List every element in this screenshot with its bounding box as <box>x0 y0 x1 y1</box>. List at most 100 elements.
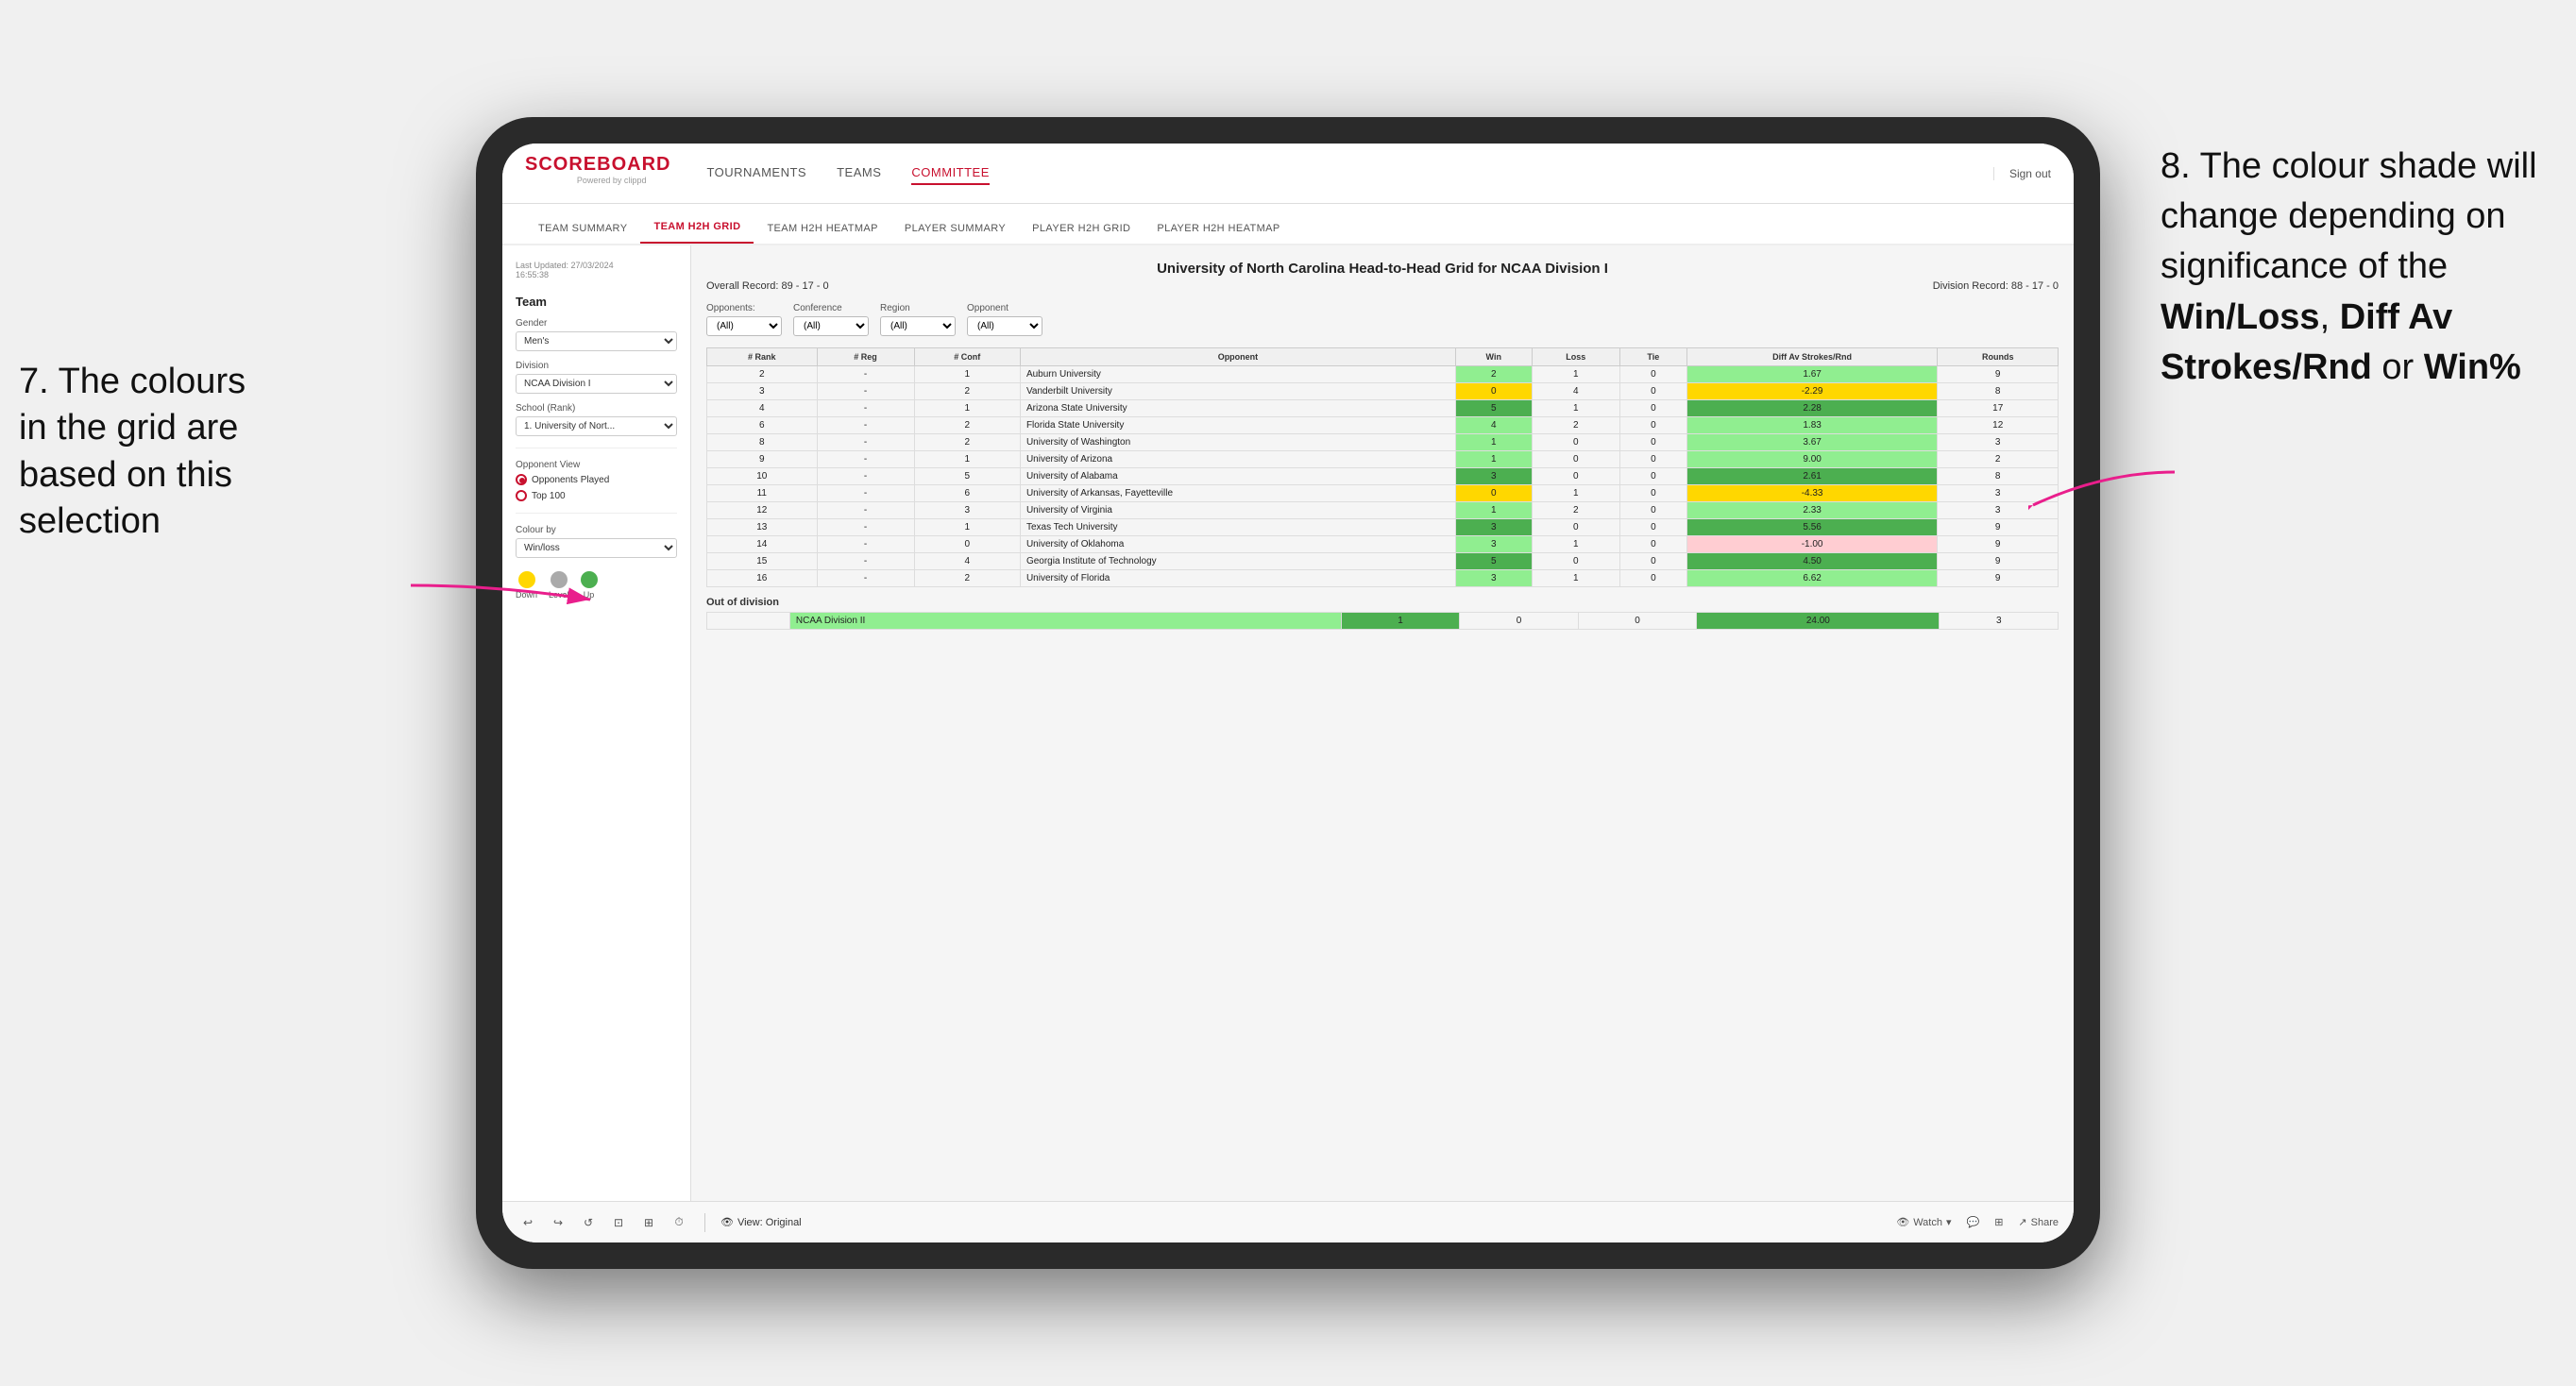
subnav-player-h2h-grid[interactable]: PLAYER H2H GRID <box>1019 213 1144 244</box>
cell-tie: 0 <box>1619 519 1686 536</box>
legend-up: Up <box>581 571 598 600</box>
subnav-player-summary[interactable]: PLAYER SUMMARY <box>891 213 1019 244</box>
clock-icon[interactable]: ⏱ <box>669 1212 689 1233</box>
cell-conf: 0 <box>914 536 1020 553</box>
sidebar-school-select[interactable]: 1. University of Nort... <box>516 416 677 436</box>
cell-loss: 2 <box>1532 417 1619 434</box>
cell-tie: 0 <box>1619 485 1686 502</box>
cell-opponent: University of Virginia <box>1020 502 1455 519</box>
undo-icon[interactable]: ↩ <box>517 1212 538 1233</box>
cell-loss: 0 <box>1532 468 1619 485</box>
cell-conf: 2 <box>914 570 1020 587</box>
cell-win: 4 <box>1455 417 1532 434</box>
radio-top100[interactable]: Top 100 <box>516 490 677 501</box>
copy-icon[interactable]: ⊡ <box>608 1212 629 1233</box>
cell-rounds: 3 <box>1938 502 2059 519</box>
cell-rank: 8 <box>707 434 818 451</box>
cell-win: 3 <box>1455 536 1532 553</box>
filter-opponents-select[interactable]: (All) <box>706 316 782 336</box>
table-row: 14 - 0 University of Oklahoma 3 1 0 -1.0… <box>707 536 2059 553</box>
cell-diff: -1.00 <box>1686 536 1938 553</box>
cell-reg: - <box>817 383 914 400</box>
refresh-icon[interactable]: ↺ <box>578 1212 599 1233</box>
cell-tie: 0 <box>1619 434 1686 451</box>
filter-conference-select[interactable]: (All) <box>793 316 869 336</box>
subnav-team-summary[interactable]: TEAM SUMMARY <box>525 213 640 244</box>
radio-opponents-played[interactable]: Opponents Played <box>516 474 677 485</box>
watch-button[interactable]: 👁 Watch ▾ <box>1896 1216 1951 1228</box>
subnav-player-h2h-heatmap[interactable]: PLAYER H2H HEATMAP <box>1144 213 1293 244</box>
comment-icon[interactable]: 💬 <box>1967 1216 1980 1228</box>
sidebar: Last Updated: 27/03/2024 16:55:38 Team G… <box>502 245 691 1201</box>
table-row: 15 - 4 Georgia Institute of Technology 5… <box>707 553 2059 570</box>
filter-region-select[interactable]: (All) <box>880 316 956 336</box>
filter-opponent: Opponent (All) <box>967 303 1042 336</box>
cell-tie: 0 <box>1619 451 1686 468</box>
sub-nav: TEAM SUMMARY TEAM H2H GRID TEAM H2H HEAT… <box>502 204 2074 245</box>
sidebar-opponent-view-label: Opponent View <box>516 460 677 470</box>
ood-cell-rounds: 3 <box>1940 613 2059 630</box>
sidebar-colour-by-select[interactable]: Win/loss <box>516 538 677 558</box>
radio-dot-top100 <box>516 490 527 501</box>
grid-icon[interactable]: ⊞ <box>638 1212 659 1233</box>
cell-opponent: Arizona State University <box>1020 400 1455 417</box>
ood-cell-win: 1 <box>1341 613 1460 630</box>
sidebar-team-label: Team <box>516 295 677 309</box>
cell-diff: 5.56 <box>1686 519 1938 536</box>
ood-cell-tie: 0 <box>1578 613 1697 630</box>
cell-rounds: 9 <box>1938 536 2059 553</box>
tablet-frame: SCOREBOARD Powered by clippd TOURNAMENTS… <box>476 117 2100 1269</box>
cell-tie: 0 <box>1619 383 1686 400</box>
cell-win: 0 <box>1455 383 1532 400</box>
subnav-team-h2h-grid[interactable]: TEAM H2H GRID <box>640 211 754 244</box>
nav-tournaments[interactable]: TOURNAMENTS <box>706 161 806 185</box>
sidebar-timestamp: Last Updated: 27/03/2024 16:55:38 <box>516 261 677 279</box>
toolbar-divider <box>704 1213 705 1232</box>
annotation-left: 7. The colours in the grid are based on … <box>19 359 283 546</box>
cell-diff: 6.62 <box>1686 570 1938 587</box>
watch-chevron: ▾ <box>1946 1216 1952 1228</box>
cell-tie: 0 <box>1619 366 1686 383</box>
filter-conference-label: Conference <box>793 303 869 313</box>
cell-reg: - <box>817 485 914 502</box>
table-row: 13 - 1 Texas Tech University 3 0 0 5.56 … <box>707 519 2059 536</box>
cell-rounds: 9 <box>1938 570 2059 587</box>
cell-loss: 1 <box>1532 485 1619 502</box>
cell-loss: 2 <box>1532 502 1619 519</box>
out-of-division-label: Out of division <box>706 597 2059 608</box>
cell-diff: 2.28 <box>1686 400 1938 417</box>
filter-opponent-select[interactable]: (All) <box>967 316 1042 336</box>
filter-opponents-label: Opponents: <box>706 303 782 313</box>
cell-reg: - <box>817 417 914 434</box>
sidebar-division-select[interactable]: NCAA Division I <box>516 374 677 394</box>
share-button[interactable]: ↗ Share <box>2018 1216 2059 1228</box>
toolbar-view[interactable]: 👁 View: Original <box>720 1216 802 1228</box>
grid-toolbar-icon[interactable]: ⊞ <box>1994 1216 2003 1228</box>
main-content: Last Updated: 27/03/2024 16:55:38 Team G… <box>502 245 2074 1201</box>
cell-rounds: 9 <box>1938 519 2059 536</box>
cell-diff: 2.61 <box>1686 468 1938 485</box>
grid-title: University of North Carolina Head-to-Hea… <box>706 261 2059 277</box>
filter-conference: Conference (All) <box>793 303 869 336</box>
cell-loss: 0 <box>1532 451 1619 468</box>
nav-committee[interactable]: COMMITTEE <box>911 161 990 185</box>
cell-win: 5 <box>1455 400 1532 417</box>
subnav-team-h2h-heatmap[interactable]: TEAM H2H HEATMAP <box>754 213 890 244</box>
nav-teams[interactable]: TEAMS <box>837 161 881 185</box>
sidebar-gender-select[interactable]: Men's <box>516 331 677 351</box>
cell-win: 3 <box>1455 570 1532 587</box>
cell-reg: - <box>817 553 914 570</box>
filter-opponent-label: Opponent <box>967 303 1042 313</box>
cell-loss: 1 <box>1532 570 1619 587</box>
filter-region-label: Region <box>880 303 956 313</box>
redo-icon[interactable]: ↪ <box>548 1212 568 1233</box>
cell-diff: 4.50 <box>1686 553 1938 570</box>
cell-rank: 15 <box>707 553 818 570</box>
cell-reg: - <box>817 400 914 417</box>
cell-reg: - <box>817 366 914 383</box>
col-conf: # Conf <box>914 348 1020 366</box>
table-row: 2 - 1 Auburn University 2 1 0 1.67 9 <box>707 366 2059 383</box>
cell-conf: 2 <box>914 417 1020 434</box>
cell-rank: 11 <box>707 485 818 502</box>
sign-out-button[interactable]: Sign out <box>1993 167 2051 180</box>
